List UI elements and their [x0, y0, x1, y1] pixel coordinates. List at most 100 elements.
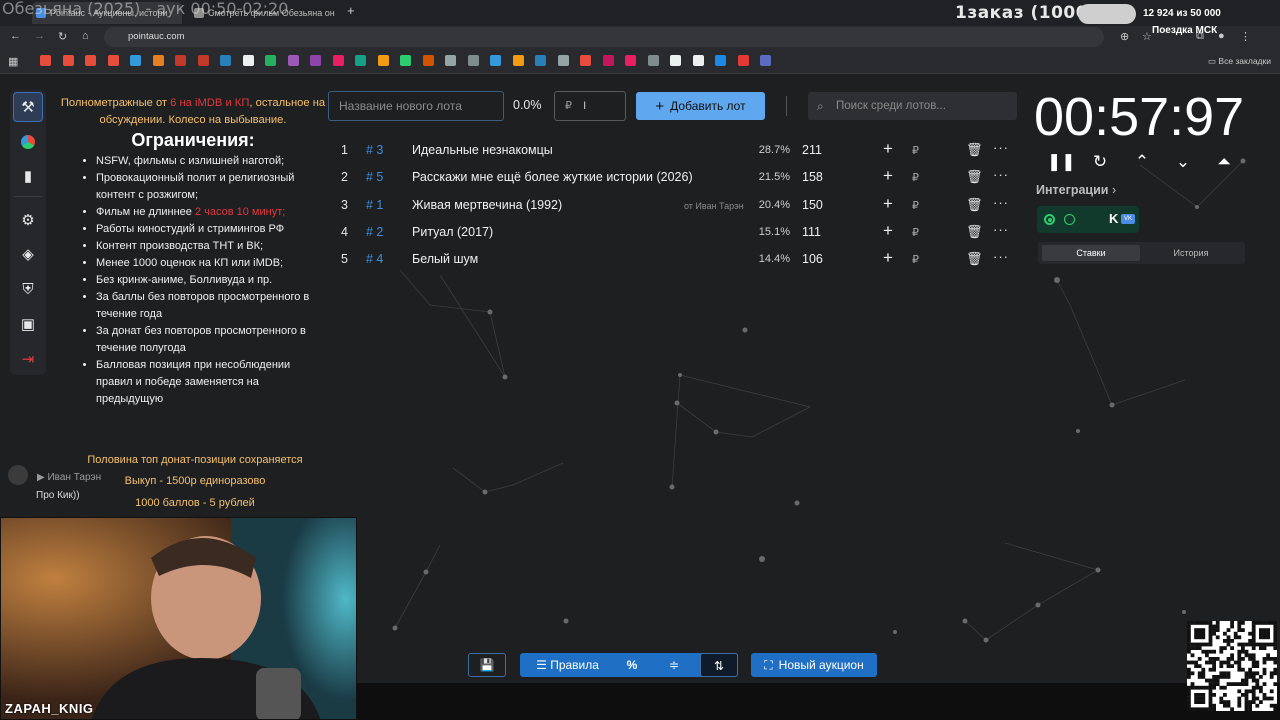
new-tab-button[interactable]: + [347, 3, 355, 18]
bookmark-icon[interactable] [220, 55, 231, 66]
equalize-button[interactable]: ≑ [660, 653, 688, 677]
bookmark-icon[interactable] [85, 55, 96, 66]
sort-button[interactable]: ⇅ [700, 653, 738, 677]
profile-icon[interactable]: ● [1218, 30, 1225, 42]
qr-module [1194, 621, 1198, 625]
more-icon[interactable]: ··· [993, 195, 1009, 210]
bookmark-icon[interactable] [535, 55, 546, 66]
all-bookmarks-link[interactable]: ▭ Все закладки [1208, 56, 1271, 67]
lot-name[interactable]: Белый шум [412, 252, 478, 266]
bookmark-icon[interactable] [377, 55, 389, 66]
lot-amount[interactable]: 158 [802, 170, 823, 184]
add-lot-button[interactable]: + Добавить лот [636, 92, 765, 120]
reset-timer-button[interactable]: ↻ [1088, 152, 1112, 172]
add-amount-button[interactable]: + [883, 139, 893, 159]
home-icon[interactable]: ⌂ [82, 30, 89, 42]
apps-icon[interactable]: ▦ [8, 55, 18, 68]
reload-icon[interactable]: ↻ [58, 30, 67, 43]
menu-icon[interactable]: ⋮ [1240, 30, 1251, 43]
lot-search-input[interactable]: ⌕ Поиск среди лотов... [808, 92, 1017, 120]
lot-name[interactable]: Расскажи мне ещё более жуткие истории (2… [412, 170, 693, 184]
bookmark-icon[interactable] [557, 55, 569, 66]
bookmark-icon[interactable] [422, 55, 434, 66]
bookmark-icon[interactable] [265, 55, 276, 66]
add-amount-button[interactable]: + [883, 194, 893, 214]
bookmark-icon[interactable] [715, 55, 726, 66]
integrations-panel[interactable]: K VK [1037, 206, 1139, 233]
add-amount-button[interactable]: + [883, 166, 893, 186]
save-button[interactable]: 💾 [468, 653, 506, 677]
bookmark-icon[interactable] [152, 55, 164, 66]
tab-history[interactable]: История [1142, 245, 1240, 261]
bookmark-icon[interactable] [310, 55, 321, 66]
bookmark-icon[interactable] [467, 55, 479, 66]
integrations-toggle[interactable]: Интеграции › [1036, 183, 1116, 197]
nav-auction-button[interactable]: ⚒ [13, 92, 43, 122]
add-amount-button[interactable]: + [883, 248, 893, 268]
nav-logout-button[interactable]: ⇥ [13, 344, 43, 374]
delete-icon[interactable]: 🗑 [966, 251, 983, 267]
bookmark-icon[interactable] [445, 55, 456, 66]
delete-icon[interactable]: 🗑 [966, 224, 983, 240]
star-icon[interactable]: ☆ [1142, 30, 1152, 43]
bookmark-icon[interactable] [647, 55, 659, 66]
lot-name[interactable]: Живая мертвечина (1992) [412, 198, 562, 212]
more-icon[interactable]: ··· [993, 249, 1009, 264]
url-field[interactable]: pointauc.com [104, 27, 1104, 47]
lot-amount[interactable]: 211 [802, 143, 822, 157]
new-auction-button[interactable]: ⛶ Новый аукцион [751, 653, 877, 677]
lot-amount[interactable]: 106 [802, 252, 823, 266]
bookmark-icon[interactable] [332, 55, 344, 66]
pause-button[interactable]: ❚❚ [1047, 152, 1076, 172]
qr-module [1208, 628, 1213, 632]
nav-video-button[interactable]: ▣ [13, 309, 43, 339]
bookmark-icon[interactable] [287, 55, 299, 66]
bookmark-icon[interactable] [737, 55, 749, 66]
bookmark-icon[interactable] [670, 55, 681, 66]
percent-button[interactable]: % [618, 653, 646, 677]
bookmark-icon[interactable] [400, 55, 411, 66]
new-lot-amount-input[interactable]: ₽ I [554, 91, 626, 121]
nav-settings-button[interactable]: ⚙ [13, 205, 43, 235]
delete-icon[interactable]: 🗑 [966, 142, 983, 158]
bookmark-icon[interactable] [175, 55, 186, 66]
nav-shield-button[interactable]: ⛨ [13, 274, 43, 304]
lot-amount[interactable]: 111 [802, 225, 821, 239]
more-icon[interactable]: ··· [993, 222, 1009, 237]
delete-icon[interactable]: 🗑 [966, 197, 983, 213]
subtract-time-button[interactable]: ⌄ [1171, 152, 1195, 172]
bookmark-icon[interactable] [107, 55, 119, 66]
lot-amount[interactable]: 150 [802, 198, 823, 212]
tab-bets[interactable]: Ставки [1042, 245, 1140, 261]
delete-icon[interactable]: 🗑 [966, 169, 983, 185]
lot-name[interactable]: Идеальные незнакомцы [412, 143, 553, 157]
bookmark-icon[interactable] [130, 55, 141, 66]
add-time-button[interactable]: ⌃ [1130, 152, 1154, 172]
more-icon[interactable]: ··· [993, 140, 1009, 155]
bookmark-icon[interactable] [197, 55, 209, 66]
bookmark-icon[interactable] [512, 55, 524, 66]
forward-icon[interactable]: → [34, 30, 45, 42]
bookmark-icon[interactable] [490, 55, 501, 66]
rules-button[interactable]: ☰ Правила [520, 653, 615, 677]
lot-name[interactable]: Ритуал (2017) [412, 225, 493, 239]
add-amount-button[interactable]: + [883, 221, 893, 241]
bookmark-icon[interactable] [692, 55, 704, 66]
nav-wheel-button[interactable] [13, 127, 43, 157]
new-lot-name-input[interactable] [328, 91, 504, 121]
nav-layers-button[interactable]: ◈ [13, 239, 43, 269]
qr-module [1187, 621, 1191, 625]
translate-icon[interactable]: ⊕ [1120, 30, 1129, 43]
more-icon[interactable]: ··· [993, 167, 1009, 182]
bookmark-icon[interactable] [62, 55, 74, 66]
bookmark-icon[interactable] [40, 55, 51, 66]
bookmark-icon[interactable] [355, 55, 366, 66]
bookmark-icon[interactable] [602, 55, 614, 66]
bookmark-icon[interactable] [760, 55, 771, 66]
double-time-button[interactable]: ⏶ [1212, 152, 1236, 172]
bookmark-icon[interactable] [580, 55, 591, 66]
bookmark-icon[interactable] [242, 55, 254, 66]
nav-stats-button[interactable]: ▮ [13, 161, 43, 191]
bookmark-icon[interactable] [625, 55, 636, 66]
back-icon[interactable]: ← [10, 30, 21, 42]
